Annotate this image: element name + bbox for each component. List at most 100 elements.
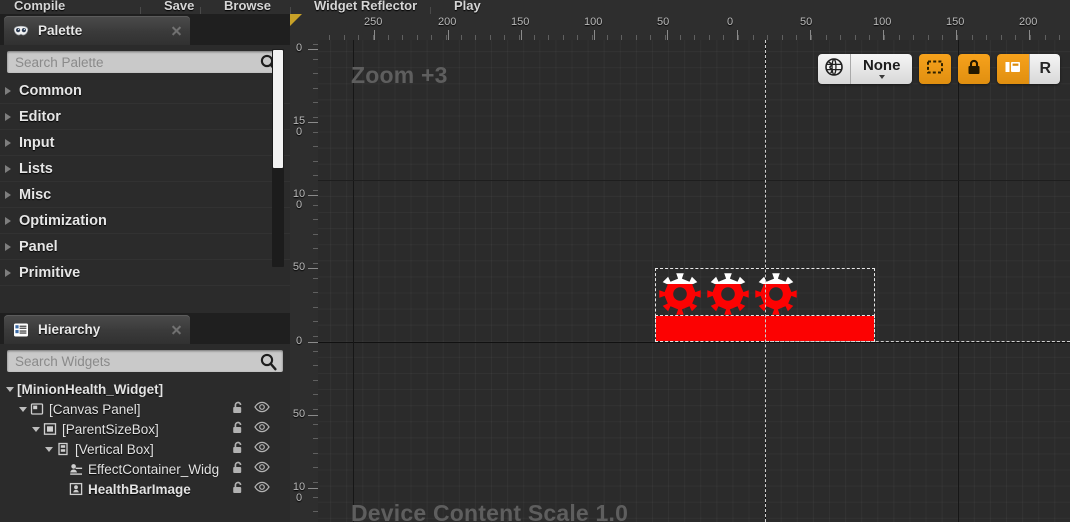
unlock-icon[interactable]: [231, 481, 245, 494]
palette-category-label: Input: [19, 134, 55, 151]
palette-category-editor[interactable]: Editor: [0, 104, 290, 130]
ruler-v-minor-tick: [313, 59, 318, 60]
toolbar-item-widget-reflector[interactable]: Widget Reflector: [300, 0, 431, 14]
ruler-h-minor-tick: [957, 35, 958, 40]
unlock-icon[interactable]: [231, 421, 245, 434]
design-canvas[interactable]: Zoom +3 Device Content Scale 1.0: [318, 40, 1070, 522]
tab-hierarchy[interactable]: Hierarchy: [4, 315, 190, 344]
ruler-v-label: 150: [292, 115, 306, 138]
hierarchy-node[interactable]: HealthBarImage: [0, 479, 290, 499]
hierarchy-node-controls: [231, 441, 270, 454]
dock-window-button[interactable]: [997, 54, 1031, 84]
tree-expander-icon[interactable]: [6, 386, 14, 392]
search-palette-input[interactable]: Search Palette: [7, 51, 283, 73]
ruler-h-minor-tick: [358, 35, 359, 40]
main-toolbar: Compile Save Browse Widget Reflector Play: [0, 0, 1070, 14]
ruler-h-minor-tick: [913, 35, 914, 40]
chevron-right-icon[interactable]: [5, 164, 11, 173]
eye-visibility-icon[interactable]: [254, 421, 270, 434]
ruler-h-minor-tick: [431, 35, 432, 40]
ruler-v-minor-tick: [313, 263, 318, 264]
tree-expander-icon[interactable]: [19, 406, 27, 412]
toolbar-item-browse[interactable]: Browse: [210, 0, 285, 14]
palette-category-optimization[interactable]: Optimization: [0, 208, 290, 234]
resolution-dropdown[interactable]: None: [850, 54, 913, 84]
palette-category-misc[interactable]: Misc: [0, 182, 290, 208]
lock-button[interactable]: [958, 54, 991, 84]
ruler-v-minor-tick: [313, 278, 318, 279]
eye-visibility-icon[interactable]: [254, 401, 270, 414]
eye-visibility-icon[interactable]: [254, 441, 270, 454]
tree-expander-icon[interactable]: [45, 446, 53, 452]
hierarchy-node[interactable]: [Vertical Box]: [0, 439, 290, 459]
unlock-icon[interactable]: [231, 401, 245, 414]
ruler-h-minor-tick: [373, 35, 374, 40]
palette-mask-icon: [12, 22, 30, 40]
globe-button[interactable]: [817, 54, 851, 84]
ruler-v-minor-tick: [313, 102, 318, 103]
ruler-h-minor-tick: [811, 35, 812, 40]
unlock-icon[interactable]: [231, 461, 245, 474]
ruler-h-label: 150: [946, 16, 965, 28]
palette-search-row: Search Palette: [0, 45, 290, 78]
ruler-v-label: 50: [292, 261, 306, 273]
ruler-h-minor-tick: [680, 35, 681, 40]
ruler-h-minor-tick: [767, 35, 768, 40]
palette-scrollbar[interactable]: [272, 49, 284, 267]
palette-category-primitive[interactable]: Primitive: [0, 260, 290, 286]
ruler-v-minor-tick: [313, 453, 318, 454]
palette-scrollbar-thumb[interactable]: [273, 50, 283, 168]
hierarchy-node[interactable]: [MinionHealth_Widget]: [0, 379, 290, 399]
ruler-v-major-tick: [308, 488, 318, 489]
search-widgets-input[interactable]: Search Widgets: [7, 350, 283, 372]
ruler-h-minor-tick: [1045, 35, 1046, 40]
hierarchy-node[interactable]: EffectContainer_Widg: [0, 459, 290, 479]
hierarchy-node[interactable]: [ParentSizeBox]: [0, 419, 290, 439]
ruler-v-minor-tick: [313, 175, 318, 176]
tab-palette[interactable]: Palette: [4, 16, 190, 45]
chevron-right-icon[interactable]: [5, 138, 11, 147]
unlock-icon[interactable]: [231, 441, 245, 454]
ruler-h-minor-tick: [621, 35, 622, 40]
ruler-h-label: 0: [727, 16, 734, 28]
designer-viewport[interactable]: Zoom +3 Device Content Scale 1.0 250 200 1…: [290, 14, 1070, 522]
eye-visibility-icon[interactable]: [254, 461, 270, 474]
ruler-v-label: 100: [292, 481, 306, 504]
ruler-h-minor-tick: [519, 35, 520, 40]
hierarchy-node[interactable]: [Canvas Panel]: [0, 399, 290, 419]
chevron-right-icon[interactable]: [5, 242, 11, 251]
ruler-h-minor-tick: [344, 35, 345, 40]
toolbar-item-compile[interactable]: Compile: [0, 0, 79, 14]
hierarchy-node-controls: [231, 461, 270, 474]
hierarchy-node-label: [ParentSizeBox]: [62, 421, 159, 437]
ruler-v-minor-tick: [313, 394, 318, 395]
chevron-right-icon[interactable]: [5, 112, 11, 121]
chevron-right-icon[interactable]: [5, 86, 11, 95]
ruler-v-minor-tick: [313, 248, 318, 249]
palette-category-input[interactable]: Input: [0, 130, 290, 156]
ruler-v-major-tick: [308, 195, 318, 196]
palette-category-lists[interactable]: Lists: [0, 156, 290, 182]
close-icon[interactable]: [171, 324, 182, 335]
ruler-h-label: 150: [511, 16, 530, 28]
horizontal-ruler[interactable]: 250 200 150 100 50 0 50 100 150 200: [290, 14, 1070, 40]
canvas-guide-horizontal: [765, 341, 1070, 342]
ruler-h-minor-tick: [388, 35, 389, 40]
chevron-right-icon[interactable]: [5, 268, 11, 277]
tree-expander-icon[interactable]: [32, 426, 40, 432]
ruler-h-minor-tick: [446, 35, 447, 40]
chevron-right-icon[interactable]: [5, 216, 11, 225]
realtime-toggle[interactable]: R: [1030, 54, 1060, 84]
hierarchy-node-label: EffectContainer_Widg: [88, 461, 220, 477]
vertical-ruler[interactable]: 0 150 100 50 0 50 100: [290, 40, 318, 522]
palette-category-panel[interactable]: Panel: [0, 234, 290, 260]
eye-visibility-icon[interactable]: [254, 481, 270, 494]
close-icon[interactable]: [171, 25, 182, 36]
chevron-right-icon[interactable]: [5, 190, 11, 199]
toolbar-item-play[interactable]: Play: [440, 0, 495, 14]
hierarchy-list-icon: [12, 321, 30, 339]
show-outlines-button[interactable]: [919, 54, 952, 84]
effect-container-gears[interactable]: [656, 270, 800, 318]
palette-category-common[interactable]: Common: [0, 78, 290, 104]
ruler-v-minor-tick: [313, 365, 318, 366]
